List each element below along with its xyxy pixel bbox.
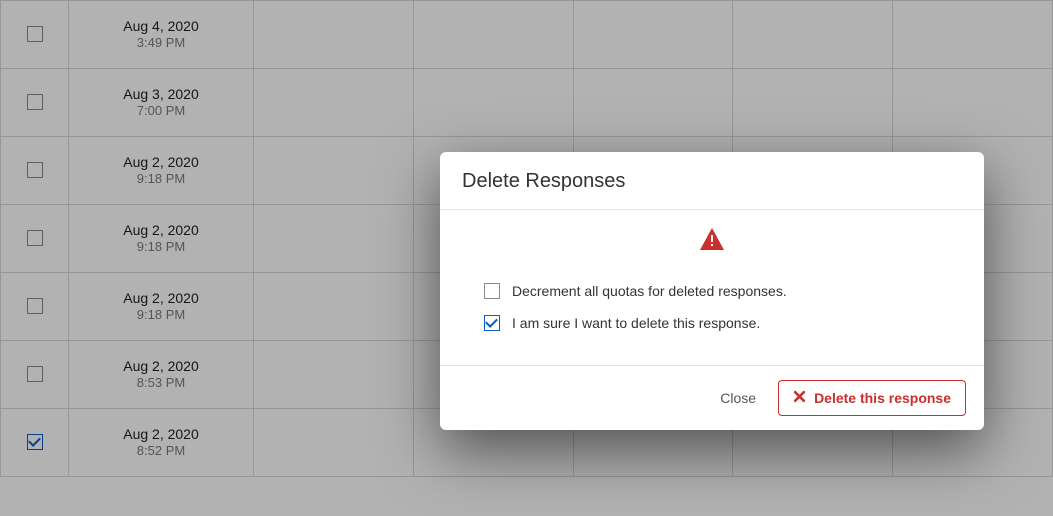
delete-responses-modal: Delete Responses Decrement all quotas fo… xyxy=(440,152,984,430)
modal-footer: Close Delete this response xyxy=(440,365,984,430)
option-checkbox[interactable] xyxy=(484,315,500,331)
delete-button-label: Delete this response xyxy=(814,390,951,406)
close-button[interactable]: Close xyxy=(716,382,760,414)
option-decrement-quotas[interactable]: Decrement all quotas for deleted respons… xyxy=(462,275,962,307)
close-icon xyxy=(793,390,806,406)
option-confirm-delete[interactable]: I am sure I want to delete this response… xyxy=(462,307,962,339)
modal-body: Decrement all quotas for deleted respons… xyxy=(440,210,984,365)
option-checkbox[interactable] xyxy=(484,283,500,299)
delete-response-button[interactable]: Delete this response xyxy=(778,380,966,416)
option-label: Decrement all quotas for deleted respons… xyxy=(512,283,787,299)
modal-header: Delete Responses xyxy=(440,152,984,210)
warning-icon xyxy=(700,237,724,254)
option-label: I am sure I want to delete this response… xyxy=(512,315,760,331)
modal-title: Delete Responses xyxy=(462,170,962,193)
